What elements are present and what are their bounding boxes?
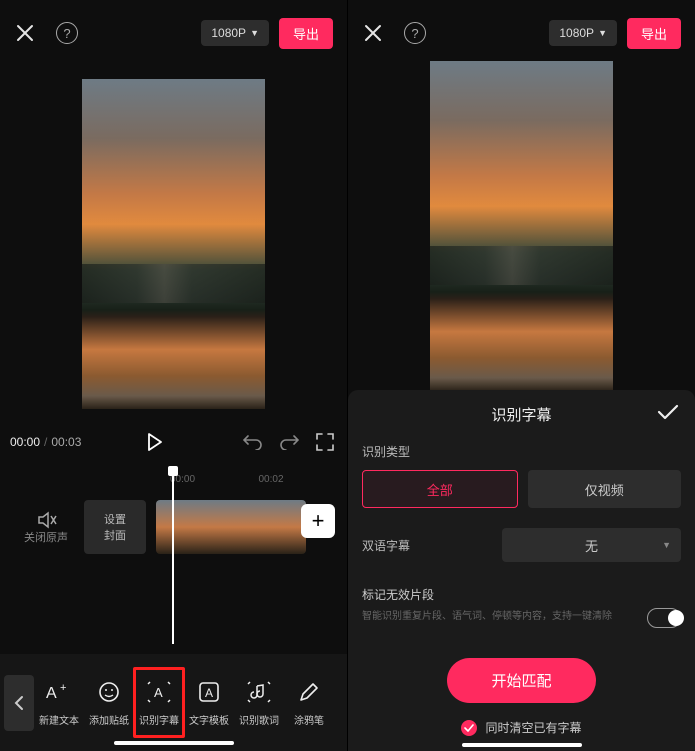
tool-add-sticker[interactable]: 添加贴纸	[83, 678, 135, 727]
tool-text-template[interactable]: A 文字模板	[183, 678, 235, 727]
transport-bar: 00:00 / 00:03	[0, 422, 347, 462]
topbar: ? 1080P ▼ 导出	[0, 0, 347, 66]
tool-new-text[interactable]: A+ 新建文本	[33, 678, 85, 727]
ruler-tick: 00:02	[259, 474, 348, 490]
svg-text:A: A	[154, 685, 163, 700]
sheet-title: 识别字幕	[362, 404, 681, 425]
export-button[interactable]: 导出	[627, 18, 681, 49]
bilingual-row: 双语字幕 无 ▼	[362, 528, 681, 562]
resolution-dropdown[interactable]: 1080P ▼	[201, 20, 269, 46]
check-circle-icon	[461, 720, 477, 736]
ruler-tick: 00:00	[170, 474, 259, 490]
speaker-off-icon	[36, 509, 56, 529]
subtitle-settings-sheet: 识别字幕 识别类型 全部 仅视频 双语字幕 无 ▼ 标记无效片段 智能识别重复片…	[348, 390, 695, 751]
time-separator: /	[44, 435, 47, 449]
time-current: 00:00	[10, 435, 40, 449]
chevron-down-icon: ▼	[662, 540, 671, 550]
text-template-icon: A	[195, 678, 223, 706]
playhead[interactable]	[172, 470, 174, 644]
mute-toggle[interactable]: 关闭原声	[8, 509, 84, 545]
tool-doodle[interactable]: 涂鸦笔	[283, 678, 335, 727]
mark-label: 标记无效片段	[362, 586, 681, 603]
type-label: 识别类型	[362, 443, 681, 460]
cover-label: 设置 封面	[104, 511, 126, 543]
bilingual-value: 无	[585, 536, 598, 555]
video-preview[interactable]	[82, 79, 265, 409]
tool-label: 识别字幕	[139, 712, 179, 727]
mark-hint: 智能识别重复片段、语气词、停顿等内容，支持一键清除	[362, 607, 681, 622]
bilingual-label: 双语字幕	[362, 537, 422, 554]
clear-existing-checkbox[interactable]: 同时清空已有字幕	[362, 719, 681, 736]
tool-label: 文字模板	[189, 712, 229, 727]
editor-settings-pane: ? 1080P ▼ 导出 识别字幕 识别类型 全部 仅视频 双语字幕 无 ▼	[348, 0, 695, 751]
preview-area	[348, 66, 695, 386]
text-plus-icon: A+	[45, 678, 73, 706]
editor-main-pane: ? 1080P ▼ 导出 00:00 / 00:03 00:	[0, 0, 347, 751]
chevron-down-icon: ▼	[250, 28, 259, 38]
undo-icon[interactable]	[241, 430, 265, 454]
clear-label: 同时清空已有字幕	[485, 719, 581, 736]
resolution-value: 1080P	[559, 26, 594, 40]
timeline[interactable]: 00:00 00:02 关闭原声 设置 封面 +	[0, 462, 347, 654]
set-cover-button[interactable]: 设置 封面	[84, 500, 146, 554]
home-indicator	[462, 743, 582, 747]
seg-video-only[interactable]: 仅视频	[528, 470, 682, 508]
fullscreen-icon[interactable]	[313, 430, 337, 454]
lyrics-recognize-icon	[245, 678, 273, 706]
start-match-button[interactable]: 开始匹配	[447, 658, 595, 703]
sticker-icon	[95, 678, 123, 706]
home-indicator	[114, 741, 234, 745]
resolution-dropdown[interactable]: 1080P ▼	[549, 20, 617, 46]
help-icon[interactable]: ?	[56, 22, 78, 44]
pencil-icon	[295, 678, 323, 706]
add-clip-button[interactable]: +	[301, 504, 335, 538]
close-icon[interactable]	[14, 22, 36, 44]
subtitle-recognize-icon: A	[145, 678, 173, 706]
confirm-button[interactable]	[657, 404, 679, 425]
type-segmented: 全部 仅视频	[362, 470, 681, 508]
tool-label: 涂鸦笔	[294, 712, 324, 727]
bilingual-select[interactable]: 无 ▼	[502, 528, 681, 562]
svg-text:A: A	[46, 685, 57, 702]
tool-recognize-subtitles[interactable]: A 识别字幕	[133, 667, 185, 738]
bottom-toolbar: A+ 新建文本 添加贴纸 A 识别字幕 A 文字模板 识别歌词	[0, 654, 347, 751]
resolution-value: 1080P	[211, 26, 246, 40]
mark-invalid-row: 标记无效片段 智能识别重复片段、语气词、停顿等内容，支持一键清除	[362, 586, 681, 622]
tool-recognize-lyrics[interactable]: 识别歌词	[233, 678, 285, 727]
video-preview[interactable]	[430, 61, 613, 391]
tool-label: 添加贴纸	[89, 712, 129, 727]
seg-all[interactable]: 全部	[362, 470, 518, 508]
tool-label: 新建文本	[39, 712, 79, 727]
help-icon[interactable]: ?	[404, 22, 426, 44]
redo-icon[interactable]	[277, 430, 301, 454]
tool-label: 识别歌词	[239, 712, 279, 727]
video-clip[interactable]	[156, 500, 306, 554]
time-total: 00:03	[51, 435, 81, 449]
close-icon[interactable]	[362, 22, 384, 44]
svg-text:A: A	[205, 686, 213, 700]
mute-label: 关闭原声	[24, 529, 68, 545]
topbar: ? 1080P ▼ 导出	[348, 0, 695, 66]
play-button[interactable]	[141, 428, 169, 456]
back-button[interactable]	[4, 675, 34, 731]
chevron-down-icon: ▼	[598, 28, 607, 38]
export-button[interactable]: 导出	[279, 18, 333, 49]
mark-invalid-toggle[interactable]	[647, 608, 681, 628]
preview-area	[0, 66, 347, 422]
svg-text:+: +	[60, 682, 66, 694]
